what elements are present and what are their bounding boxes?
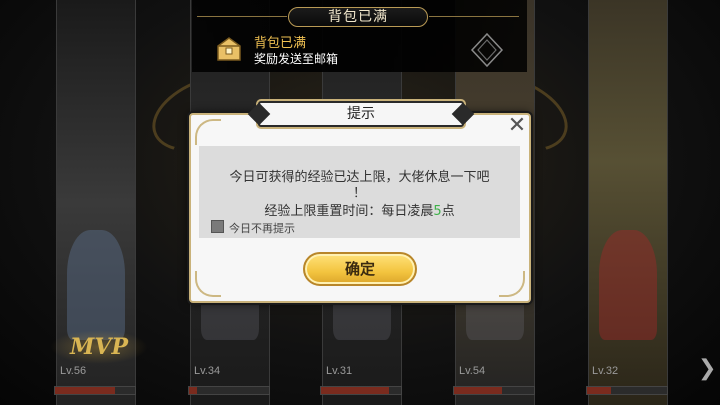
character-card-3: Lv.31 — [320, 365, 404, 395]
notification-header: 背包已满 — [197, 7, 519, 27]
chevron-right-icon[interactable]: ❯ — [698, 355, 716, 383]
level-label: Lv.34 — [194, 365, 221, 377]
mvp-badge: MVP — [50, 330, 148, 364]
diamond-icon — [470, 32, 504, 68]
notification-title: 背包已满 — [254, 36, 307, 51]
treasure-chest-icon — [217, 37, 241, 61]
dont-show-today-label[interactable]: 今日不再提示 — [229, 220, 295, 236]
close-icon[interactable]: ✕ — [506, 115, 528, 138]
character-card-1: Lv.56 — [54, 365, 138, 395]
exp-bar-fill — [321, 387, 389, 394]
message-line-3: 经验上限重置时间：每日凌晨5点 — [199, 200, 520, 219]
exp-bar — [453, 386, 535, 395]
dialog-title: 提示 — [258, 101, 464, 127]
exp-bar-fill — [587, 387, 611, 394]
level-label: Lv.31 — [326, 365, 353, 377]
exp-bar — [586, 386, 668, 395]
reset-time-suffix: 点 — [441, 204, 455, 219]
exp-bar — [54, 386, 136, 395]
dialog-corner-ornament — [499, 271, 525, 297]
confirm-button[interactable]: 确定 — [303, 252, 417, 286]
message-line-2: ！ — [352, 186, 366, 201]
exp-bar-fill — [55, 387, 115, 394]
level-label: Lv.54 — [459, 365, 486, 377]
dont-show-today-checkbox[interactable] — [211, 220, 224, 233]
character-card-5: Lv.32 — [586, 365, 670, 395]
exp-bar-fill — [189, 387, 197, 394]
level-label: Lv.32 — [592, 365, 619, 377]
exp-bar — [320, 386, 402, 395]
reset-time-prefix: 经验上限重置时间：每日凌晨 — [264, 204, 434, 219]
notification-subtitle: 奖励发送至邮箱 — [254, 52, 339, 66]
character-card-2: Lv.34 — [188, 365, 272, 395]
character-card-4: Lv.54 — [453, 365, 537, 395]
dialog-corner-ornament — [195, 271, 221, 297]
reset-hour: 5 — [433, 204, 442, 219]
character-slot-5[interactable] — [588, 0, 668, 405]
exp-bar-fill — [454, 387, 502, 394]
level-label: Lv.56 — [60, 365, 87, 377]
exp-bar — [188, 386, 270, 395]
dialog-corner-ornament — [195, 119, 221, 145]
